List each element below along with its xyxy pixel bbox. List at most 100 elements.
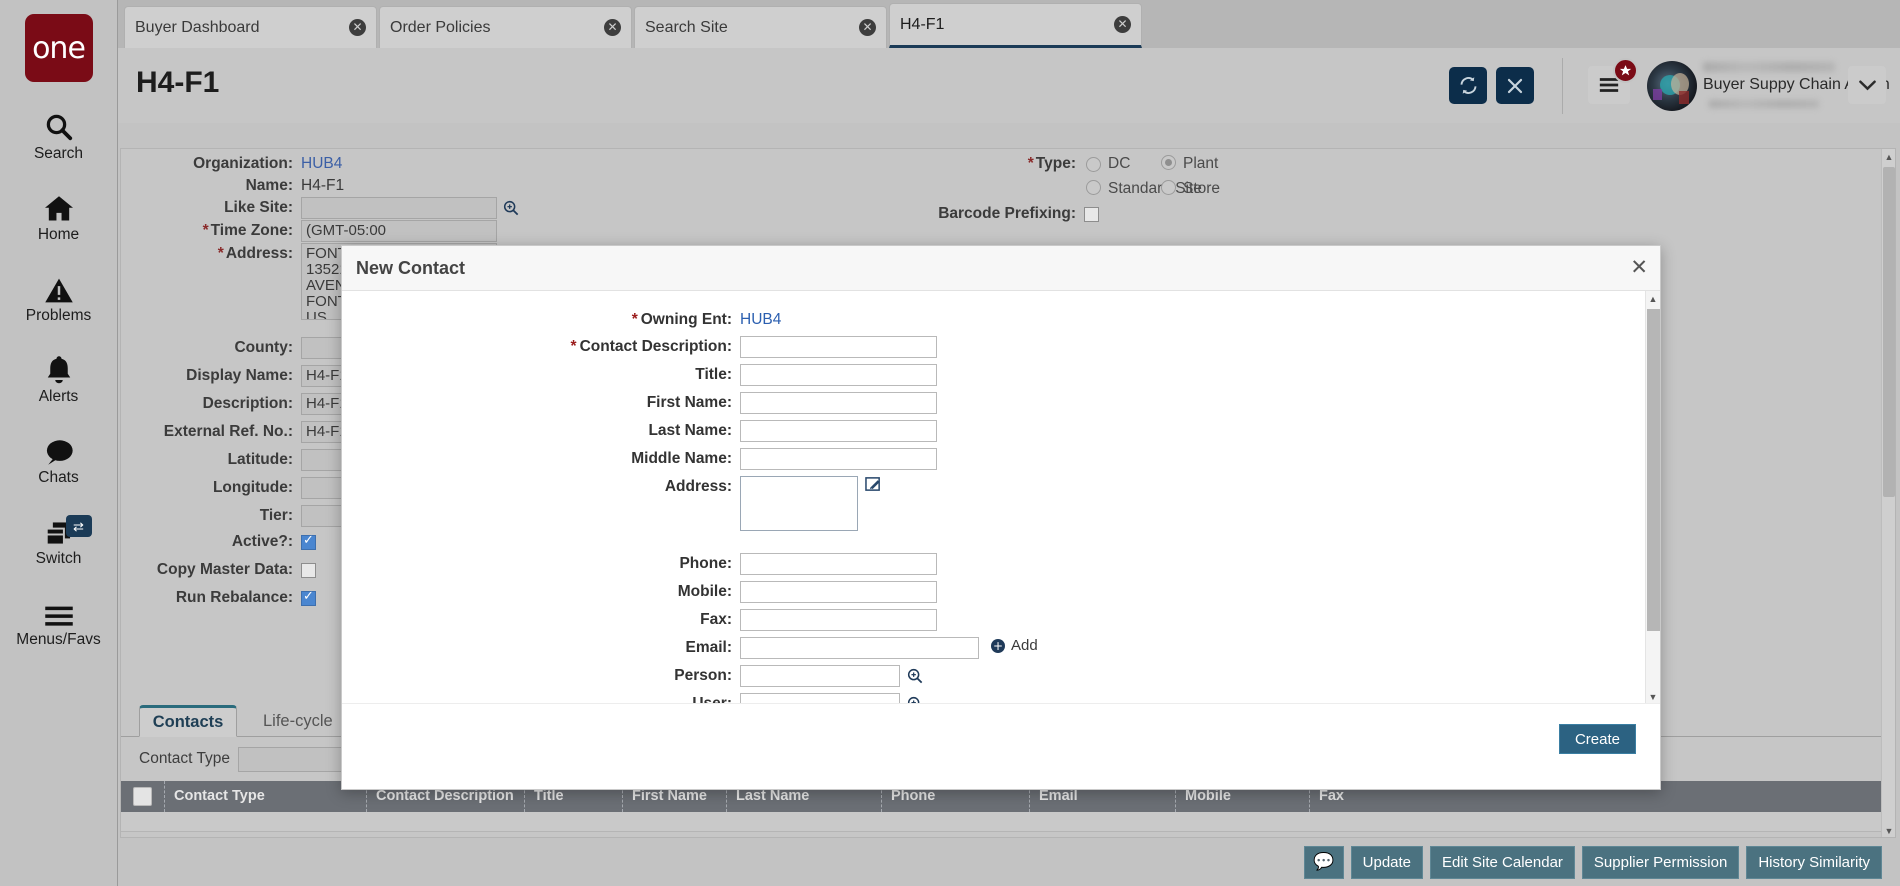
tab-label: H4-F1 (900, 15, 945, 33)
edit-site-calendar-button[interactable]: Edit Site Calendar (1430, 845, 1575, 879)
dialog-footer: Create (342, 703, 1660, 789)
tab-life-cycle[interactable]: Life-cycle (247, 705, 349, 737)
close-icon[interactable]: ✕ (349, 19, 366, 36)
like-site-label: Like Site: (224, 199, 293, 216)
time-zone-input[interactable]: (GMT-05:00 (301, 220, 497, 242)
content-scrollbar[interactable]: ▲ ▼ (1881, 149, 1895, 837)
scroll-up-arrow-icon[interactable]: ▲ (1646, 291, 1660, 307)
last-name-input[interactable] (740, 420, 937, 442)
select-all-checkbox-cell[interactable] (121, 781, 164, 812)
close-page-button[interactable] (1496, 67, 1534, 104)
browser-tab-strip: Buyer Dashboard ✕ Order Policies ✕ Searc… (118, 0, 1900, 48)
type-radio-plant[interactable] (1161, 155, 1176, 170)
like-site-input[interactable] (301, 197, 497, 219)
chat-button[interactable]: 💬 (1303, 845, 1344, 879)
warning-triangle-icon (44, 270, 74, 304)
close-icon[interactable]: ✕ (604, 19, 621, 36)
email-input[interactable] (740, 637, 979, 659)
new-contact-dialog: New Contact ✕ * Owning Ent: HUB4 * Contact… (341, 245, 1661, 790)
sidebar-item-home[interactable]: Home (0, 189, 118, 244)
dialog-scrollbar-thumb[interactable] (1647, 309, 1660, 631)
contact-description-label: * Contact Description: (570, 338, 732, 355)
sidebar-item-search[interactable]: Search (0, 108, 118, 163)
add-email-label: Add (1011, 637, 1038, 654)
title-input[interactable] (740, 364, 937, 386)
contact-description-input[interactable] (740, 336, 937, 358)
history-similarity-button-label: History Similarity (1758, 853, 1870, 871)
middle-name-input[interactable] (740, 448, 937, 470)
create-button[interactable]: Create (1558, 724, 1636, 754)
type-radio-dc[interactable] (1086, 156, 1101, 172)
close-icon[interactable]: ✕ (859, 19, 876, 36)
fax-input[interactable] (740, 609, 937, 631)
description-label: Description: (202, 395, 293, 412)
mobile-input[interactable] (740, 581, 937, 603)
refresh-icon (1460, 77, 1476, 94)
sidebar-item-problems[interactable]: Problems (0, 270, 118, 325)
person-input[interactable] (740, 665, 900, 687)
copy-master-data-checkbox[interactable] (301, 563, 316, 578)
search-icon (44, 108, 74, 142)
address-label: Address: (664, 478, 732, 495)
type-radio-store[interactable] (1161, 180, 1176, 195)
sidebar-label-problems: Problems (25, 307, 92, 324)
avatar[interactable] (1647, 61, 1697, 111)
header-divider (1562, 58, 1563, 114)
phone-input[interactable] (740, 553, 937, 575)
table-row[interactable] (121, 812, 1895, 832)
first-name-input[interactable] (740, 392, 937, 414)
run-rebalance-checkbox[interactable] (301, 589, 316, 606)
hamburger-icon (44, 594, 74, 628)
run-rebalance-label: Run Rebalance: (175, 589, 293, 606)
column-header-contact-type[interactable]: Contact Type (164, 781, 366, 812)
user-menu-button[interactable] (1848, 66, 1886, 104)
organization-label: Organization: (193, 155, 293, 172)
tab-search-site[interactable]: Search Site ✕ (634, 6, 887, 48)
select-all-checkbox[interactable] (133, 787, 152, 806)
barcode-prefixing-checkbox[interactable] (1084, 207, 1099, 222)
add-email-button[interactable]: + Add (991, 637, 1038, 654)
chat-bubble-icon (43, 432, 74, 466)
close-icon[interactable]: ✕ (1630, 257, 1648, 278)
copy-master-data-label: Copy Master Data: (156, 561, 293, 578)
sidebar-item-switch[interactable]: ⇄ Switch (0, 513, 118, 568)
middle-name-label: Middle Name: (631, 450, 732, 467)
phone-label: Phone: (679, 555, 732, 572)
last-name-label: Last Name: (648, 422, 732, 439)
type-radio-standard-site[interactable] (1086, 180, 1101, 195)
favorites-star-badge[interactable] (1613, 58, 1638, 83)
close-icon[interactable]: ✕ (1114, 16, 1131, 33)
sidebar-item-alerts[interactable]: Alerts (0, 351, 118, 406)
contact-type-filter-label: Contact Type (139, 750, 231, 767)
address-textarea[interactable] (740, 476, 858, 531)
edit-address-icon[interactable] (865, 476, 881, 492)
mobile-label: Mobile: (677, 583, 732, 600)
content-scrollbar-thumb[interactable] (1883, 167, 1895, 497)
update-button[interactable]: Update (1350, 845, 1424, 879)
organization-link[interactable]: HUB4 (301, 155, 342, 173)
scroll-up-arrow-icon[interactable]: ▲ (1882, 149, 1895, 165)
dialog-body: * Owning Ent: HUB4 * Contact Description: … (342, 291, 1660, 705)
supplier-permission-button[interactable]: Supplier Permission (1581, 845, 1740, 879)
update-button-label: Update (1362, 853, 1412, 871)
active-checkbox[interactable] (301, 533, 316, 550)
scroll-down-arrow-icon[interactable]: ▼ (1882, 823, 1895, 837)
brand-logo-text: one (32, 30, 86, 66)
person-search-icon[interactable] (907, 668, 923, 684)
sidebar-label-alerts: Alerts (38, 388, 79, 405)
tab-order-policies[interactable]: Order Policies ✕ (379, 6, 632, 48)
dialog-scrollbar[interactable]: ▲ ▼ (1645, 291, 1660, 705)
owning-ent-link[interactable]: HUB4 (740, 309, 781, 331)
sidebar-item-menus-favs[interactable]: Menus/Favs (0, 594, 118, 649)
history-similarity-button[interactable]: History Similarity (1746, 845, 1882, 879)
sidebar-item-chats[interactable]: Chats (0, 432, 118, 487)
refresh-button[interactable] (1449, 67, 1487, 104)
switch-toggle-badge-icon[interactable]: ⇄ (65, 515, 92, 537)
page-header: H4-F1 Buyer Suppy Chain Admin (118, 48, 1900, 123)
tab-contacts[interactable]: Contacts (139, 705, 237, 737)
like-site-search-icon[interactable] (503, 200, 519, 216)
brand-logo[interactable]: one (24, 14, 93, 82)
left-nav-rail: one Search Home Problems Alerts Chats ⇄ … (0, 0, 118, 886)
tab-buyer-dashboard[interactable]: Buyer Dashboard ✕ (124, 6, 377, 48)
tab-h4-f1[interactable]: H4-F1 ✕ (889, 3, 1142, 48)
